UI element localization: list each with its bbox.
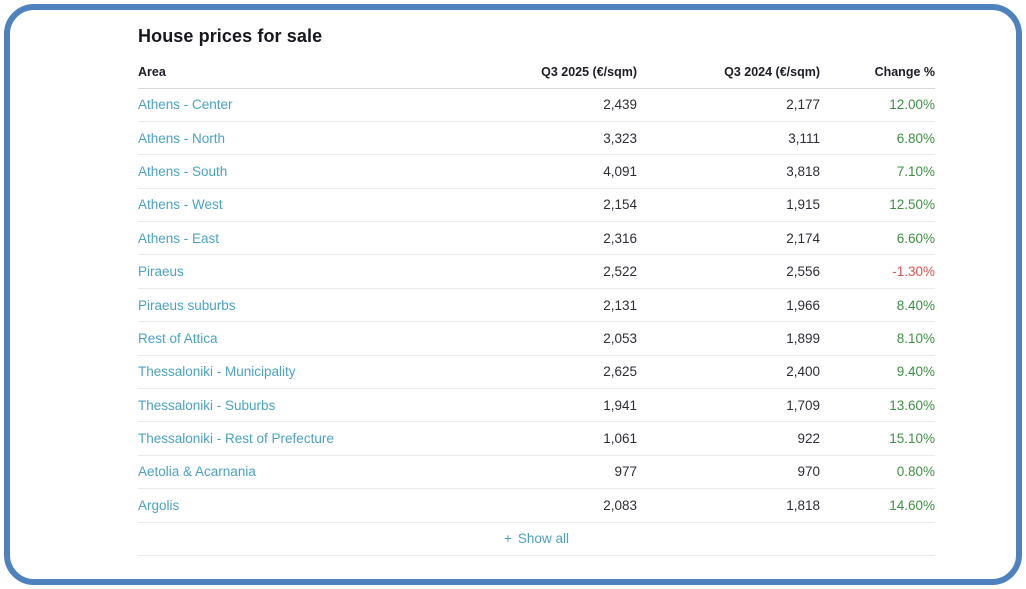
table-row: Athens - West 2,154 1,915 12.50% bbox=[138, 188, 935, 221]
table-row: Argolis 2,083 1,818 14.60% bbox=[138, 489, 935, 522]
change-value: 8.10% bbox=[820, 322, 935, 355]
area-cell: Aetolia & Acarnania bbox=[138, 455, 478, 488]
area-cell: Rest of Attica bbox=[138, 322, 478, 355]
change-value: 8.40% bbox=[820, 288, 935, 321]
area-cell: Piraeus bbox=[138, 255, 478, 288]
q3-2025-value: 2,154 bbox=[478, 188, 637, 221]
area-cell: Athens - East bbox=[138, 222, 478, 255]
area-link[interactable]: Thessaloniki - Municipality bbox=[138, 364, 296, 379]
column-header-change: Change % bbox=[820, 47, 935, 88]
q3-2025-value: 2,131 bbox=[478, 288, 637, 321]
area-link[interactable]: Athens - Center bbox=[138, 97, 233, 112]
table-row: Thessaloniki - Municipality 2,625 2,400 … bbox=[138, 355, 935, 388]
q3-2024-value: 1,966 bbox=[637, 288, 820, 321]
table-row: Rest of Attica 2,053 1,899 8.10% bbox=[138, 322, 935, 355]
change-value: -1.30% bbox=[820, 255, 935, 288]
column-header-area: Area bbox=[138, 47, 478, 88]
house-prices-table: Area Q3 2025 (€/sqm) Q3 2024 (€/sqm) Cha… bbox=[138, 47, 935, 556]
change-value: 15.10% bbox=[820, 422, 935, 455]
table-row: Thessaloniki - Suburbs 1,941 1,709 13.60… bbox=[138, 389, 935, 422]
q3-2025-value: 2,053 bbox=[478, 322, 637, 355]
area-cell: Thessaloniki - Suburbs bbox=[138, 389, 478, 422]
page-title: House prices for sale bbox=[138, 25, 1016, 47]
table-row: Thessaloniki - Rest of Prefecture 1,061 … bbox=[138, 422, 935, 455]
area-link[interactable]: Athens - West bbox=[138, 197, 223, 212]
q3-2024-value: 2,556 bbox=[637, 255, 820, 288]
q3-2024-value: 3,111 bbox=[637, 121, 820, 154]
q3-2024-value: 2,174 bbox=[637, 222, 820, 255]
table-row: Piraeus 2,522 2,556 -1.30% bbox=[138, 255, 935, 288]
show-all-row: + Show all bbox=[138, 522, 935, 555]
q3-2024-value: 922 bbox=[637, 422, 820, 455]
q3-2024-value: 2,400 bbox=[637, 355, 820, 388]
change-value: 0.80% bbox=[820, 455, 935, 488]
house-prices-card: House prices for sale Area Q3 2025 (€/sq… bbox=[4, 4, 1022, 585]
area-cell: Argolis bbox=[138, 489, 478, 522]
area-link[interactable]: Aetolia & Acarnania bbox=[138, 464, 256, 479]
change-value: 13.60% bbox=[820, 389, 935, 422]
change-value: 12.50% bbox=[820, 188, 935, 221]
area-link[interactable]: Piraeus bbox=[138, 264, 184, 279]
q3-2024-value: 3,818 bbox=[637, 155, 820, 188]
change-value: 6.60% bbox=[820, 222, 935, 255]
q3-2024-value: 970 bbox=[637, 455, 820, 488]
area-link[interactable]: Athens - South bbox=[138, 164, 227, 179]
q3-2025-value: 2,522 bbox=[478, 255, 637, 288]
area-cell: Piraeus suburbs bbox=[138, 288, 478, 321]
q3-2025-value: 2,083 bbox=[478, 489, 637, 522]
change-value: 9.40% bbox=[820, 355, 935, 388]
area-link[interactable]: Athens - East bbox=[138, 231, 219, 246]
area-link[interactable]: Rest of Attica bbox=[138, 331, 218, 346]
table-row: Athens - East 2,316 2,174 6.60% bbox=[138, 222, 935, 255]
change-value: 7.10% bbox=[820, 155, 935, 188]
q3-2024-value: 1,899 bbox=[637, 322, 820, 355]
area-cell: Athens - West bbox=[138, 188, 478, 221]
area-cell: Thessaloniki - Municipality bbox=[138, 355, 478, 388]
q3-2024-value: 1,709 bbox=[637, 389, 820, 422]
q3-2025-value: 977 bbox=[478, 455, 637, 488]
table-row: Aetolia & Acarnania 977 970 0.80% bbox=[138, 455, 935, 488]
q3-2025-value: 4,091 bbox=[478, 155, 637, 188]
q3-2025-value: 2,439 bbox=[478, 88, 637, 121]
q3-2024-value: 1,915 bbox=[637, 188, 820, 221]
q3-2024-value: 2,177 bbox=[637, 88, 820, 121]
column-header-q3-2025: Q3 2025 (€/sqm) bbox=[478, 47, 637, 88]
q3-2025-value: 1,941 bbox=[478, 389, 637, 422]
table-row: Athens - South 4,091 3,818 7.10% bbox=[138, 155, 935, 188]
table-row: Piraeus suburbs 2,131 1,966 8.40% bbox=[138, 288, 935, 321]
show-all-button[interactable]: + Show all bbox=[504, 531, 569, 546]
area-cell: Athens - North bbox=[138, 121, 478, 154]
area-link[interactable]: Thessaloniki - Suburbs bbox=[138, 398, 275, 413]
change-value: 12.00% bbox=[820, 88, 935, 121]
change-value: 14.60% bbox=[820, 489, 935, 522]
plus-icon: + bbox=[504, 531, 512, 546]
area-cell: Athens - Center bbox=[138, 88, 478, 121]
table-row: Athens - Center 2,439 2,177 12.00% bbox=[138, 88, 935, 121]
table-row: Athens - North 3,323 3,111 6.80% bbox=[138, 121, 935, 154]
change-value: 6.80% bbox=[820, 121, 935, 154]
q3-2025-value: 1,061 bbox=[478, 422, 637, 455]
q3-2025-value: 2,625 bbox=[478, 355, 637, 388]
q3-2025-value: 2,316 bbox=[478, 222, 637, 255]
table-header-row: Area Q3 2025 (€/sqm) Q3 2024 (€/sqm) Cha… bbox=[138, 47, 935, 88]
card-content: House prices for sale Area Q3 2025 (€/sq… bbox=[10, 10, 1016, 556]
show-all-label: Show all bbox=[518, 531, 569, 546]
area-cell: Athens - South bbox=[138, 155, 478, 188]
area-link[interactable]: Piraeus suburbs bbox=[138, 298, 236, 313]
q3-2025-value: 3,323 bbox=[478, 121, 637, 154]
area-link[interactable]: Thessaloniki - Rest of Prefecture bbox=[138, 431, 334, 446]
column-header-q3-2024: Q3 2024 (€/sqm) bbox=[637, 47, 820, 88]
area-cell: Thessaloniki - Rest of Prefecture bbox=[138, 422, 478, 455]
area-link[interactable]: Argolis bbox=[138, 498, 179, 513]
q3-2024-value: 1,818 bbox=[637, 489, 820, 522]
area-link[interactable]: Athens - North bbox=[138, 131, 225, 146]
